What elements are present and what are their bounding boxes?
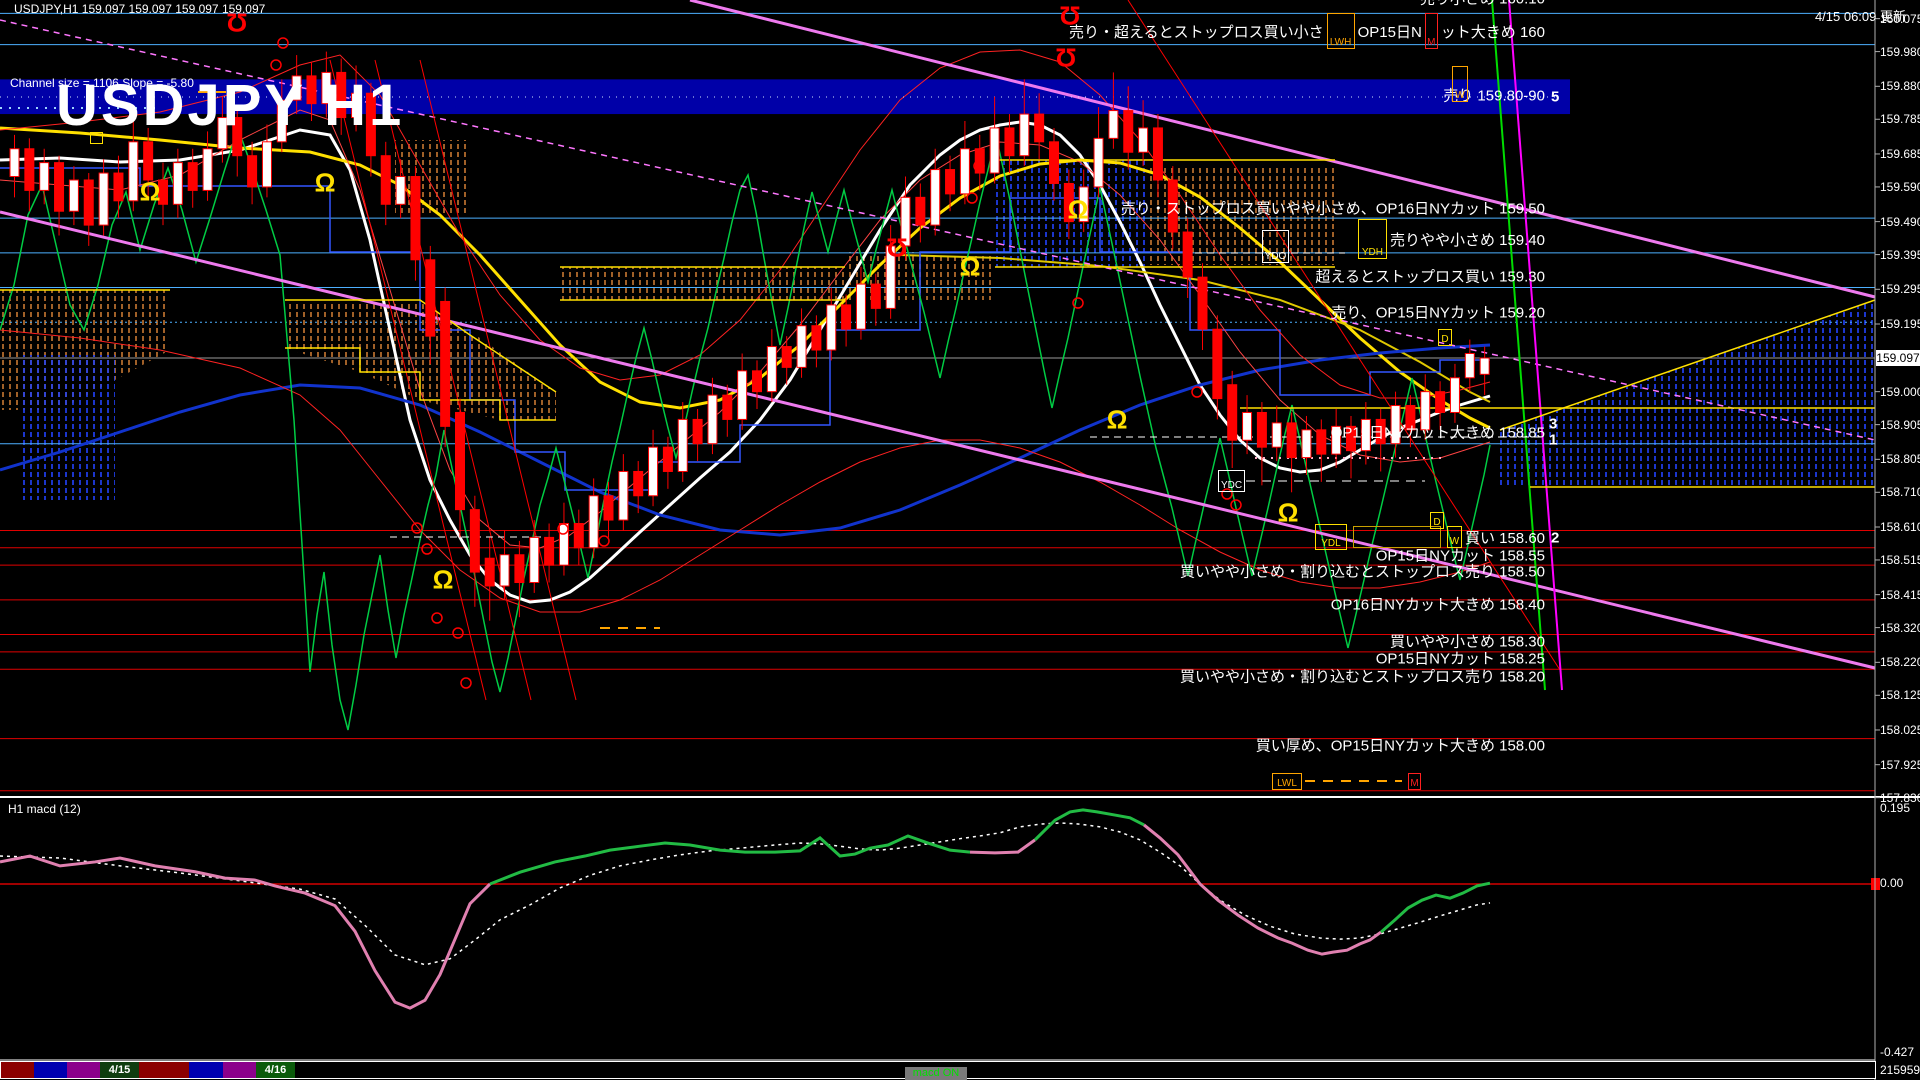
- label-box-D: D: [1438, 329, 1452, 346]
- trade-annotation: OP15日NYカット大きめ 158.85: [1331, 422, 1545, 443]
- label-box-LWH: LWH: [1327, 13, 1355, 49]
- macd-on-button[interactable]: macd ON: [905, 1067, 967, 1080]
- label-box-W: W: [1452, 66, 1468, 102]
- annotation-text: 売り・超えるとストップロス買い小さ: [1069, 21, 1324, 42]
- sell-arrow-icon: Ω: [1056, 42, 1077, 73]
- trade-annotation: 超えるとストップロス買い 159.30: [1315, 266, 1545, 287]
- price-chart-canvas[interactable]: [0, 0, 1920, 1080]
- trade-annotation: 買いやや小さめ・割り込むとストップロス売り 158.20: [1180, 666, 1545, 687]
- macd-main: [1381, 883, 1490, 932]
- timeline-segment: [139, 1062, 189, 1078]
- symbol-watermark: USDJPY H1: [56, 72, 404, 139]
- current-price-label: 159.097: [1876, 350, 1920, 366]
- level-marker: 1: [1549, 432, 1557, 449]
- trade-annotation: 売り、OP15日NYカット 159.20: [1331, 302, 1545, 323]
- trade-annotation: 売り・ストップロス買いやや小さめ、OP16日NYカット 159.50: [1121, 198, 1545, 219]
- trade-annotation: 売り・超えるとストップロス買い小さLWHOP15日NMット大きめ 160: [1069, 13, 1545, 49]
- price-axis-label: 157.925: [1880, 758, 1920, 772]
- trade-annotation: 売り小さめ 160.10: [1420, 0, 1545, 9]
- price-axis-label: 159.000: [1880, 385, 1920, 399]
- price-axis-label: 158.320: [1880, 621, 1920, 635]
- price-axis-label: 158.610: [1880, 520, 1920, 534]
- label-box-LWL: LWL: [1272, 773, 1302, 790]
- annotation-text: 買い厚め、OP15日NYカット大きめ 158.00: [1256, 735, 1545, 756]
- macd-axis-label: 0.195: [1880, 801, 1910, 815]
- price-axis-label: 159.785: [1880, 112, 1920, 126]
- annotation-text: OP15日NYカット大きめ 158.85: [1331, 422, 1545, 443]
- price-axis-label: 159.395: [1880, 248, 1920, 262]
- price-axis-label: 158.415: [1880, 588, 1920, 602]
- buy-arrow-icon: Ω: [140, 177, 161, 208]
- price-axis-label: 159.295: [1880, 282, 1920, 296]
- macd-main: [1144, 825, 1381, 954]
- level-marker: 3: [1549, 416, 1557, 433]
- macd-main: [0, 856, 490, 1008]
- annotation-text: 買いやや小さめ・割り込むとストップロス売り 158.50: [1180, 561, 1545, 582]
- label-box-YDH: YDH: [1358, 219, 1387, 259]
- label-box-D: D: [1430, 512, 1444, 529]
- price-axis-label: 159.195: [1880, 317, 1920, 331]
- price-axis-label: 160.075: [1880, 12, 1920, 26]
- annotation-text: 買いやや小さめ・割り込むとストップロス売り 158.20: [1180, 666, 1545, 687]
- price-axis-label: 158.125: [1880, 688, 1920, 702]
- macd-signal: [0, 823, 1490, 965]
- timeline-date-4-15: 4/15: [100, 1062, 139, 1078]
- trade-annotation: OP16日NYカット大きめ 158.40: [1331, 594, 1545, 615]
- annotation-text: OP16日NYカット大きめ 158.40: [1331, 594, 1545, 615]
- annotation-text: 売り、OP15日NYカット 159.20: [1331, 302, 1545, 323]
- macd-series: [0, 810, 1880, 1008]
- price-axis-label: 159.880: [1880, 79, 1920, 93]
- macd-indicator-label: H1 macd (12): [8, 802, 81, 816]
- price-axis-label: 159.590: [1880, 180, 1920, 194]
- annotation-text: 売りやや小さめ 159.40: [1390, 229, 1545, 250]
- buy-arrow-icon: Ω: [1278, 498, 1299, 529]
- buy-arrow-icon: Ω: [315, 168, 336, 199]
- timeline-segment: [1, 1062, 34, 1078]
- timeline-segment: [223, 1062, 256, 1078]
- price-axis-label: 159.490: [1880, 215, 1920, 229]
- macd-main: [490, 836, 970, 884]
- macd-main: [970, 840, 1035, 853]
- timeline-segment: [34, 1062, 67, 1078]
- level-marker: 5: [1551, 89, 1559, 106]
- price-axis-label: 158.025: [1880, 723, 1920, 737]
- price-axis-label: 159.685: [1880, 147, 1920, 161]
- label-box-M: M: [1408, 773, 1421, 790]
- timeline-segment: [189, 1062, 223, 1078]
- chart-title-ohlc: USDJPY,H1 159.097 159.097 159.097 159.09…: [14, 2, 265, 16]
- timeline-date-4-16: 4/16: [256, 1062, 295, 1078]
- sell-arrow-icon: Ω: [887, 232, 908, 263]
- price-axis-label: 158.515: [1880, 553, 1920, 567]
- price-axis-label: 159.980: [1880, 45, 1920, 59]
- label-box-M: M: [1425, 13, 1438, 49]
- timeline-segment: [67, 1062, 100, 1078]
- macd-axis-label: 0.00: [1880, 876, 1903, 890]
- label-box-YDC: YDC: [1218, 470, 1245, 492]
- annotation-text: OP15日N: [1358, 21, 1422, 42]
- macd-axis-label: -0.427: [1880, 1045, 1914, 1059]
- trade-annotation: 買いやや小さめ・割り込むとストップロス売り 158.50: [1180, 561, 1545, 582]
- buy-arrow-icon: Ω: [1068, 195, 1089, 226]
- annotation-text: 超えるとストップロス買い 159.30: [1315, 266, 1545, 287]
- buy-arrow-icon: Ω: [960, 252, 981, 283]
- timeline-counter: 215959: [1880, 1063, 1920, 1077]
- trade-annotation: YDH 売りやや小さめ 159.40: [1355, 219, 1545, 259]
- annotation-text: ット大きめ 160: [1441, 21, 1545, 42]
- price-axis-label: 158.710: [1880, 485, 1920, 499]
- macd-main: [1035, 810, 1144, 840]
- buy-arrow-icon: Ω: [433, 565, 454, 596]
- label-box-YDO: YDO: [1262, 230, 1289, 263]
- price-axis-label: 158.220: [1880, 655, 1920, 669]
- annotation-text: 売り小さめ 160.10: [1420, 0, 1545, 9]
- trade-annotation: 買い厚め、OP15日NYカット大きめ 158.00: [1256, 735, 1545, 756]
- price-axis-label: 158.905: [1880, 418, 1920, 432]
- annotation-text: 売り・ストップロス買いやや小さめ、OP16日NYカット 159.50: [1121, 198, 1545, 219]
- price-axis-label: 158.805: [1880, 452, 1920, 466]
- level-marker: 2: [1551, 530, 1559, 547]
- label-box-YDL: YDL: [1315, 524, 1347, 550]
- mt4-chart-window: 売り小さめ 160.10売り・超えるとストップロス買い小さLWHOP15日NMッ…: [0, 0, 1920, 1080]
- sell-arrow-icon: Ω: [1060, 0, 1081, 31]
- buy-arrow-icon: Ω: [1107, 405, 1128, 436]
